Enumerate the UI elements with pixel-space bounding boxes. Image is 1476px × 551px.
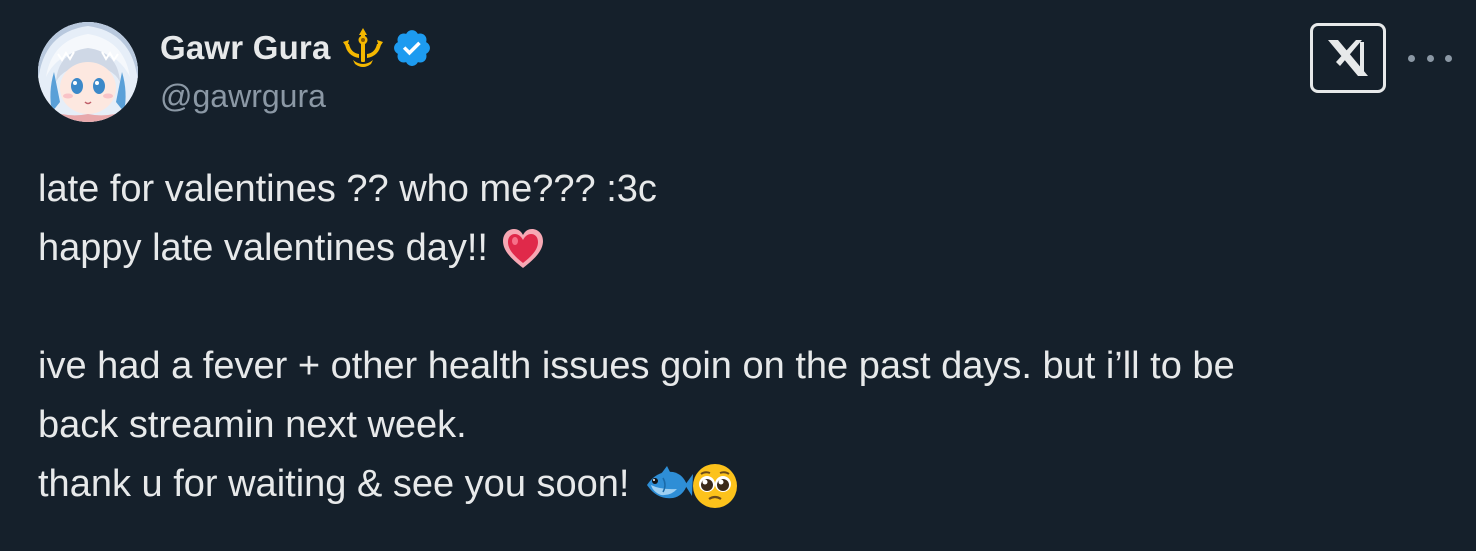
fish-icon <box>641 462 694 508</box>
tweet-line: happy late valentines day!! <box>38 219 1448 278</box>
more-dot <box>1408 54 1415 62</box>
author-display-name[interactable]: Gawr Gura <box>160 29 331 67</box>
tweet-line: late for valentines ?? who me??? :3c <box>38 160 1448 219</box>
author-name-row: Gawr Gura <box>160 26 433 70</box>
tweet-line-text: late for valentines ?? who me??? :3c <box>38 168 657 210</box>
tweet-line: ive had a fever + other health issues go… <box>38 337 1448 396</box>
verified-checkmark-icon[interactable] <box>391 27 433 69</box>
tweet-line-text: thank u for waiting & see you soon! <box>38 463 630 505</box>
avatar[interactable] <box>38 22 138 122</box>
pleading-face-icon <box>691 462 738 508</box>
tweet-text: late for valentines ?? who me??? :3c hap… <box>38 160 1448 514</box>
x-logo-icon[interactable] <box>1310 23 1386 93</box>
more-horizontal-icon[interactable] <box>1408 44 1452 72</box>
trident-crown-icon[interactable] <box>341 26 385 70</box>
tweet-line-text: back streamin next week. <box>38 404 467 446</box>
tweet-line-text: ive had a fever + other health issues go… <box>38 345 1235 387</box>
tweet-line: back streamin next week. <box>38 396 1448 455</box>
more-dot <box>1445 54 1452 62</box>
tweet-line: thank u for waiting & see you soon! <box>38 455 1448 514</box>
more-dot <box>1426 54 1434 62</box>
heart-icon <box>500 226 546 272</box>
tweet-line-text: happy late valentines day!! <box>38 227 488 269</box>
author-handle[interactable]: @gawrgura <box>160 78 326 115</box>
tweet-card: Gawr Gura @gawrgura late for valentines … <box>0 0 1476 551</box>
avatar-image <box>38 22 138 122</box>
